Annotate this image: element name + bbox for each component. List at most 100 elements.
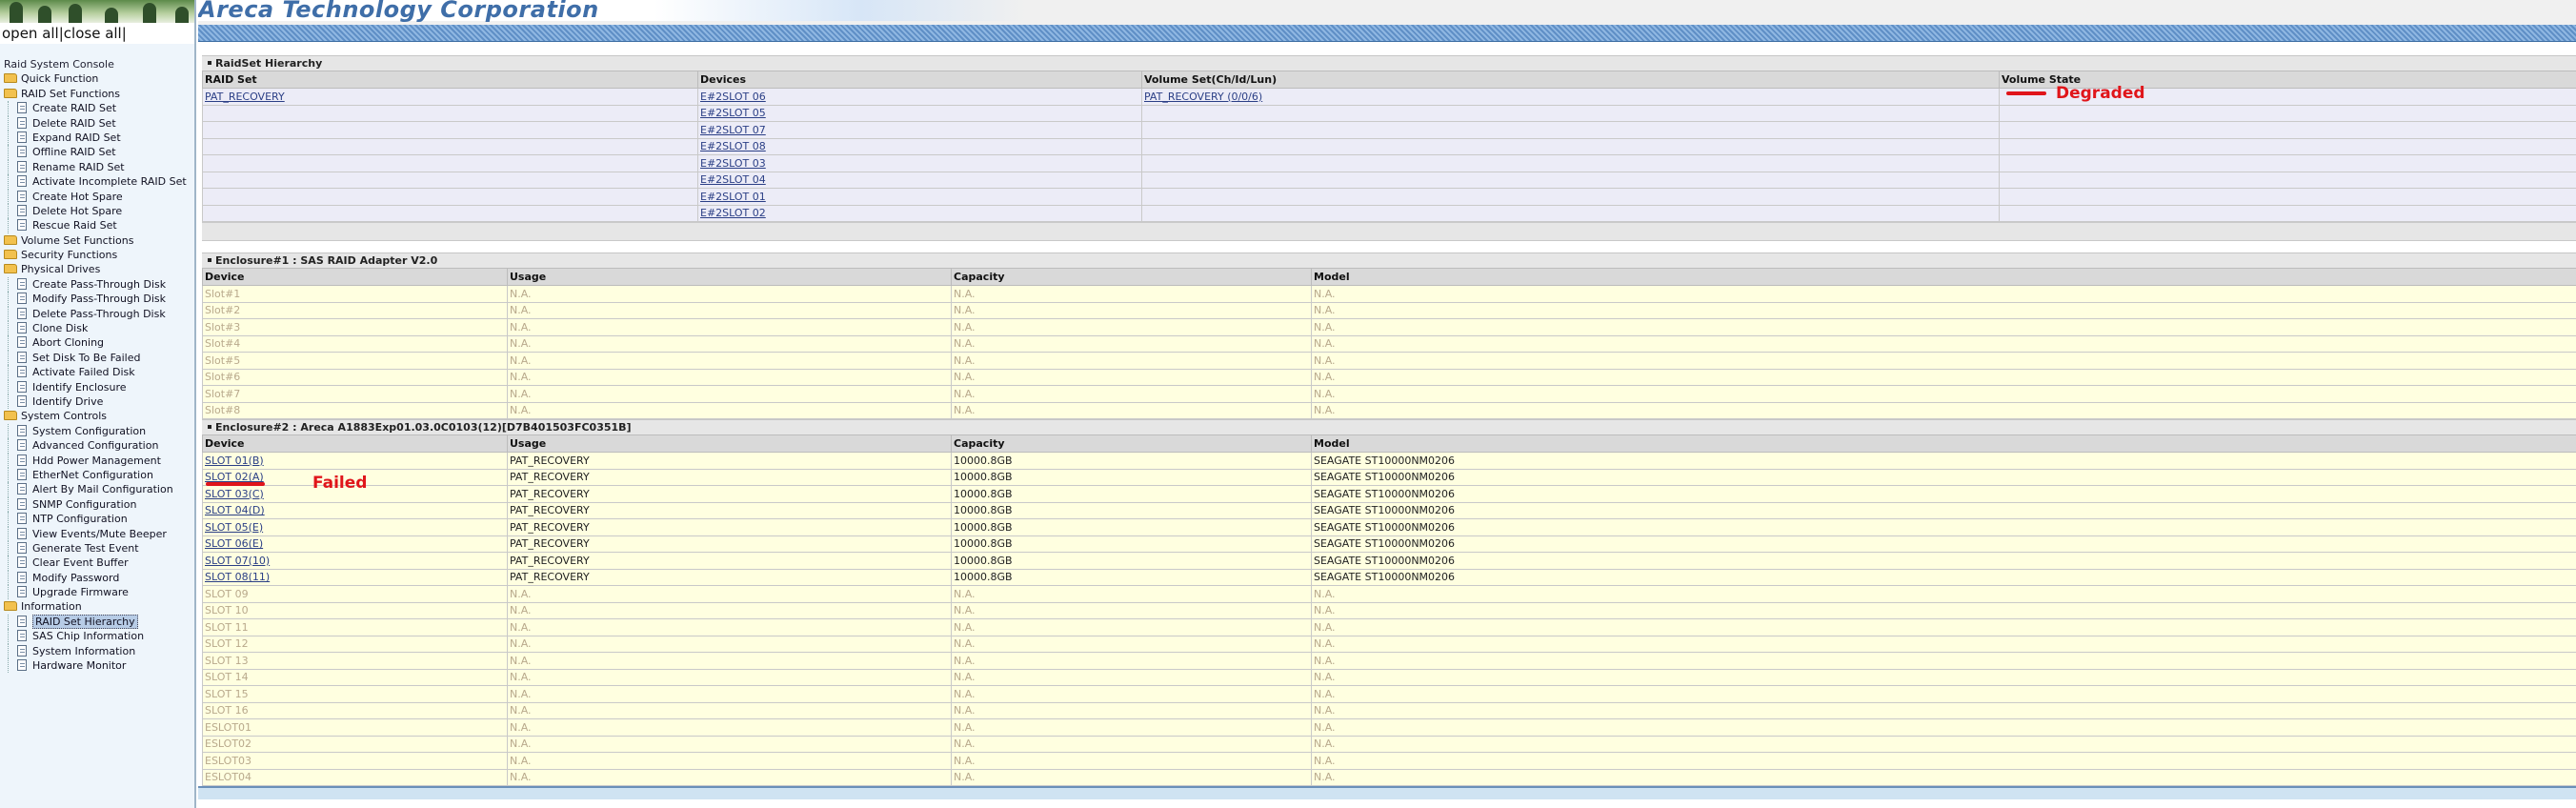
slot-link[interactable]: Slot#7 xyxy=(205,388,240,400)
slot-link[interactable]: Slot#8 xyxy=(205,404,240,416)
slot-link[interactable]: ESLOT03 xyxy=(205,755,252,767)
nav-item-rescue-raid-set[interactable]: Rescue Raid Set xyxy=(0,218,194,233)
nav-item-ethernet-configuration[interactable]: EtherNet Configuration xyxy=(0,467,194,483)
nav-item-create-hot-spare[interactable]: Create Hot Spare xyxy=(0,189,194,204)
slot-link[interactable]: Slot#5 xyxy=(205,354,240,367)
raidset-name-cell: PAT_RECOVERY xyxy=(202,88,698,106)
nav-folder-information[interactable]: Information xyxy=(0,599,194,614)
nav-label: SAS Chip Information xyxy=(32,630,145,643)
nav-item-activate-incomplete-raid-set[interactable]: Activate Incomplete RAID Set xyxy=(0,174,194,190)
volume-set-link[interactable]: PAT_RECOVERY (0/0/6) xyxy=(1144,91,1262,103)
device-link[interactable]: E#2SLOT 02 xyxy=(700,207,766,219)
nav-item-identify-enclosure[interactable]: Identify Enclosure xyxy=(0,379,194,394)
nav-item-ntp-configuration[interactable]: NTP Configuration xyxy=(0,512,194,527)
slot-link[interactable]: ESLOT04 xyxy=(205,771,252,783)
slot-link[interactable]: SLOT 04(D) xyxy=(205,504,265,516)
capacity-cell: 10000.8GB xyxy=(951,535,1312,553)
capacity-cell: N.A. xyxy=(951,368,1312,386)
nav-item-hdd-power-management[interactable]: Hdd Power Management xyxy=(0,453,194,468)
device-link[interactable]: E#2SLOT 07 xyxy=(700,124,766,136)
slot-link[interactable]: SLOT 03(C) xyxy=(205,488,264,500)
nav-item-raid-set-hierarchy[interactable]: RAID Set Hierarchy xyxy=(0,614,194,630)
slot-link[interactable]: SLOT 10 xyxy=(205,604,249,616)
model-cell: N.A. xyxy=(1311,585,2576,603)
nav-folder-volume-set-functions[interactable]: Volume Set Functions xyxy=(0,233,194,248)
device-cell: E#2SLOT 03 xyxy=(697,154,1142,172)
slot-link[interactable]: Slot#2 xyxy=(205,304,240,316)
raidset-name-cell xyxy=(202,104,698,122)
nav-item-hardware-monitor[interactable]: Hardware Monitor xyxy=(0,658,194,674)
slot-link[interactable]: SLOT 12 xyxy=(205,637,249,650)
device-link[interactable]: E#2SLOT 01 xyxy=(700,191,766,203)
model-cell: N.A. xyxy=(1311,735,2576,753)
device-link[interactable]: E#2SLOT 03 xyxy=(700,157,766,170)
nav-item-generate-test-event[interactable]: Generate Test Event xyxy=(0,540,194,556)
device-link[interactable]: E#2SLOT 06 xyxy=(700,91,766,103)
slot-link[interactable]: SLOT 09 xyxy=(205,588,249,600)
nav-item-snmp-configuration[interactable]: SNMP Configuration xyxy=(0,496,194,513)
slot-link[interactable]: SLOT 16 xyxy=(205,704,249,717)
nav-item-abort-cloning[interactable]: Abort Cloning xyxy=(0,335,194,351)
slot-link[interactable]: SLOT 14 xyxy=(205,671,249,683)
slot-link[interactable]: SLOT 05(E) xyxy=(205,521,263,534)
open-all-link[interactable]: open all xyxy=(2,25,59,42)
nav-item-identify-drive[interactable]: Identify Drive xyxy=(0,394,194,410)
nav-item-advanced-configuration[interactable]: Advanced Configuration xyxy=(0,438,194,454)
nav-item-activate-failed-disk[interactable]: Activate Failed Disk xyxy=(0,365,194,380)
device-link[interactable]: E#2SLOT 05 xyxy=(700,107,766,119)
nav-item-offline-raid-set[interactable]: Offline RAID Set xyxy=(0,145,194,160)
slot-link[interactable]: SLOT 08(11) xyxy=(205,571,270,583)
slot-link[interactable]: ESLOT01 xyxy=(205,721,252,734)
nav-label: Modify Pass-Through Disk xyxy=(32,293,166,306)
nav-item-upgrade-firmware[interactable]: Upgrade Firmware xyxy=(0,585,194,600)
nav-item-clear-event-buffer[interactable]: Clear Event Buffer xyxy=(0,556,194,571)
slot-link[interactable]: Slot#1 xyxy=(205,288,240,300)
nav-folder-security-functions[interactable]: Security Functions xyxy=(0,248,194,262)
capacity-cell: N.A. xyxy=(951,768,1312,786)
slot-link[interactable]: SLOT 06(E) xyxy=(205,537,263,550)
nav-folder-physical-drives[interactable]: Physical Drives xyxy=(0,262,194,276)
slot-link[interactable]: SLOT 01(B) xyxy=(205,454,264,467)
slot-link[interactable]: SLOT 07(10) xyxy=(205,555,270,567)
nav-item-delete-pass-through-disk[interactable]: Delete Pass-Through Disk xyxy=(0,306,194,322)
nav-item-alert-by-mail-configuration[interactable]: Alert By Mail Configuration xyxy=(0,482,194,497)
slot-link[interactable]: Slot#6 xyxy=(205,371,240,383)
document-icon xyxy=(17,454,27,466)
close-all-link[interactable]: close all xyxy=(64,25,122,42)
slot-link[interactable]: SLOT 11 xyxy=(205,621,249,634)
nav-item-create-raid-set[interactable]: Create RAID Set xyxy=(0,101,194,116)
nav-item-sas-chip-information[interactable]: SAS Chip Information xyxy=(0,629,194,644)
nav-item-rename-raid-set[interactable]: Rename RAID Set xyxy=(0,159,194,175)
nav-folder-system-controls[interactable]: System Controls xyxy=(0,409,194,423)
model-cell: N.A. xyxy=(1311,285,2576,303)
table-row: Slot#5 N.A. N.A. N.A. xyxy=(202,352,2576,370)
nav-folder-quick-function[interactable]: Quick Function xyxy=(0,71,194,86)
nav-folder-raid-set-functions[interactable]: RAID Set Functions xyxy=(0,87,194,101)
slot-link[interactable]: Slot#3 xyxy=(205,321,240,333)
raidset-name-cell xyxy=(202,188,698,206)
slot-link[interactable]: SLOT 15 xyxy=(205,688,249,700)
nav-item-expand-raid-set[interactable]: Expand RAID Set xyxy=(0,130,194,146)
volume-state-cell xyxy=(1999,204,2576,222)
usage-cell: PAT_RECOVERY xyxy=(507,452,952,470)
nav-item-set-disk-to-be-failed[interactable]: Set Disk To Be Failed xyxy=(0,350,194,366)
nav-item-create-pass-through-disk[interactable]: Create Pass-Through Disk xyxy=(0,276,194,293)
device-link[interactable]: E#2SLOT 04 xyxy=(700,173,766,186)
model-cell: N.A. xyxy=(1311,668,2576,686)
nav-item-modify-pass-through-disk[interactable]: Modify Pass-Through Disk xyxy=(0,292,194,307)
nav-item-delete-raid-set[interactable]: Delete RAID Set xyxy=(0,115,194,131)
slot-link[interactable]: SLOT 13 xyxy=(205,655,249,667)
device-link[interactable]: E#2SLOT 08 xyxy=(700,140,766,152)
nav-item-system-configuration[interactable]: System Configuration xyxy=(0,423,194,439)
column-header: Capacity xyxy=(951,434,1312,453)
nav-item-modify-password[interactable]: Modify Password xyxy=(0,570,194,586)
column-header: Usage xyxy=(507,434,952,453)
nav-item-clone-disk[interactable]: Clone Disk xyxy=(0,321,194,336)
slot-link[interactable]: ESLOT02 xyxy=(205,737,252,750)
nav-item-delete-hot-spare[interactable]: Delete Hot Spare xyxy=(0,203,194,219)
device-cell: E#2SLOT 07 xyxy=(697,121,1142,139)
nav-item-view-events-mute-beeper[interactable]: View Events/Mute Beeper xyxy=(0,526,194,541)
raidset-link[interactable]: PAT_RECOVERY xyxy=(205,91,285,103)
slot-link[interactable]: Slot#4 xyxy=(205,337,240,350)
nav-item-system-information[interactable]: System Information xyxy=(0,643,194,659)
